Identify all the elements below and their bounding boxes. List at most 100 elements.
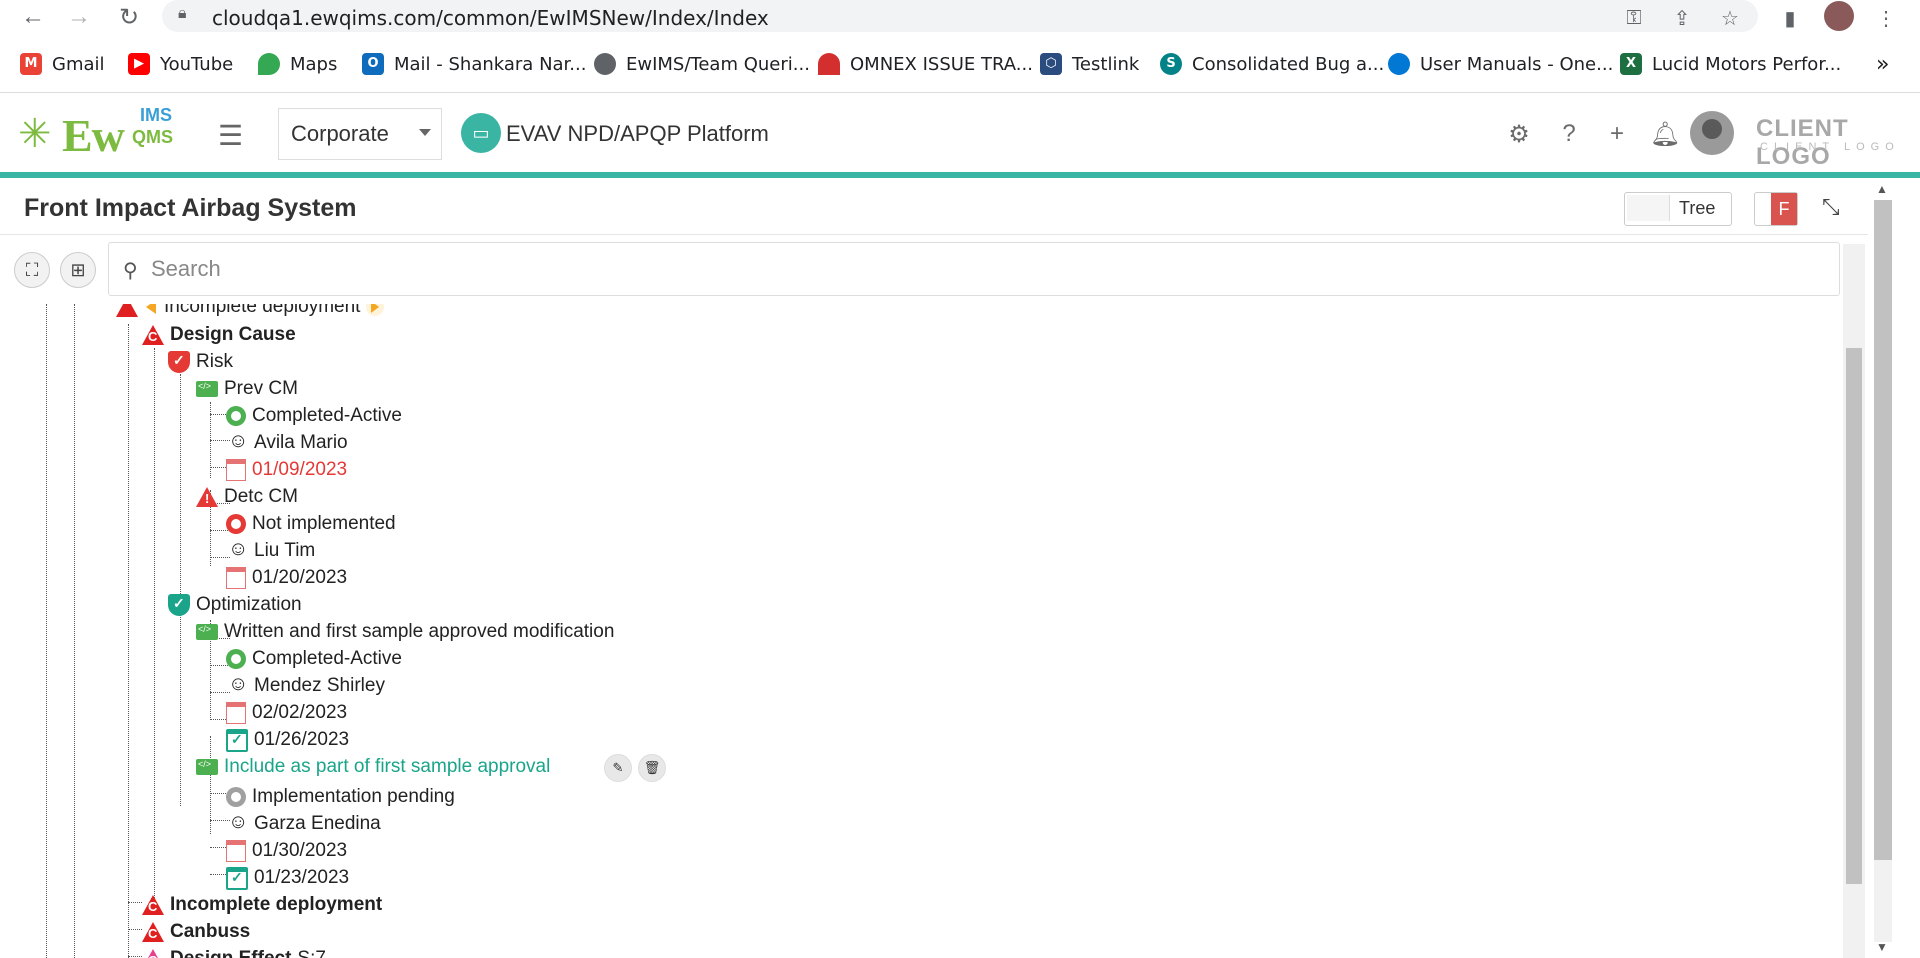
- tree-node-status[interactable]: Not implemented: [226, 511, 396, 537]
- tree-node-date[interactable]: 01/20/2023: [226, 565, 347, 591]
- scroll-up-icon[interactable]: ▲: [1876, 182, 1888, 196]
- tree-node-person[interactable]: Liu Tim: [226, 538, 315, 564]
- tree-node-risk[interactable]: Risk: [168, 349, 233, 375]
- url-text[interactable]: cloudqa1.ewqims.com/common/EwIMSNew/Inde…: [212, 6, 769, 30]
- side-panel-icon[interactable]: ▮: [1776, 4, 1804, 32]
- org-select[interactable]: Corporate: [278, 108, 442, 160]
- toggle-knob: [1627, 195, 1670, 221]
- excel-icon: X: [1620, 53, 1642, 75]
- star-icon[interactable]: ☆: [1716, 4, 1744, 32]
- lock-icon: 🔒︎: [178, 5, 187, 22]
- tree-connector: [128, 902, 142, 903]
- maps-icon: [258, 53, 280, 75]
- status-active-icon: [226, 649, 246, 669]
- onedrive-icon: [1388, 53, 1410, 75]
- search-input[interactable]: [149, 251, 1753, 287]
- sharepoint-icon: S: [1160, 53, 1182, 75]
- tree-node-person[interactable]: Avila Mario: [226, 430, 348, 456]
- bookmark-testlink[interactable]: ⬡ Testlink: [1040, 50, 1139, 78]
- bookmark-youtube[interactable]: ▶ YouTube: [128, 50, 233, 78]
- tree-toggle[interactable]: Tree: [1624, 192, 1732, 226]
- page-scrollbar[interactable]: ▲ ▼: [1868, 182, 1920, 958]
- calendar-icon: [226, 567, 246, 589]
- tree-node-person[interactable]: Garza Enedina: [226, 811, 381, 837]
- tree-node-design-cause[interactable]: Design Cause: [142, 322, 296, 348]
- trash-icon[interactable]: 🗑︎: [638, 754, 666, 782]
- panel-titlebar: Front Impact Airbag System Tree F ⤡: [0, 182, 1868, 235]
- back-icon[interactable]: ←: [18, 2, 48, 32]
- play-icon: [366, 304, 385, 316]
- person-icon: [226, 430, 248, 454]
- tree-node-action-selected[interactable]: Include as part of first sample approval: [196, 754, 550, 780]
- plus-icon[interactable]: +: [1602, 119, 1632, 149]
- calendar-icon: [226, 702, 246, 724]
- bookmark-maps[interactable]: Maps: [258, 50, 337, 78]
- tree-node-cause[interactable]: Canbuss: [142, 919, 250, 945]
- gear-icon[interactable]: ⚙: [1504, 119, 1534, 149]
- scroll-down-icon[interactable]: ▼: [1876, 940, 1888, 954]
- bookmark-user-manuals[interactable]: User Manuals - One...: [1388, 50, 1613, 78]
- outlook-icon: O: [362, 53, 384, 75]
- monitor-icon[interactable]: ▭: [461, 113, 501, 153]
- tree-node-detc-cm[interactable]: Detc CM: [196, 484, 298, 510]
- tree-connector: [46, 304, 47, 958]
- control-method-icon: [196, 624, 218, 640]
- gmail-icon: M: [20, 53, 42, 75]
- bookmark-gmail[interactable]: M Gmail: [20, 50, 105, 78]
- bell-icon[interactable]: 🔔︎: [1650, 119, 1680, 149]
- bookmark-mail[interactable]: O Mail - Shankara Nar...: [362, 50, 586, 78]
- reload-icon[interactable]: ↻: [114, 2, 144, 32]
- tree-connector: [128, 929, 142, 930]
- testlink-icon: ⬡: [1040, 53, 1062, 75]
- tree-node-person[interactable]: Mendez Shirley: [226, 673, 385, 699]
- warning-icon: [196, 486, 218, 508]
- filter-toggle[interactable]: F: [1754, 192, 1798, 226]
- key-icon[interactable]: ⚿: [1620, 4, 1648, 32]
- search-icon: ⚲: [123, 260, 138, 282]
- tree-node-completion-date[interactable]: 01/26/2023: [226, 727, 349, 753]
- cause-icon: [142, 324, 164, 346]
- tree-node-status[interactable]: Completed-Active: [226, 403, 402, 429]
- help-icon[interactable]: ?: [1554, 119, 1584, 149]
- share-icon[interactable]: ⇪: [1668, 4, 1696, 32]
- tree-node-date[interactable]: 01/09/2023: [226, 457, 347, 483]
- omnex-icon: [818, 53, 840, 75]
- compress-icon[interactable]: ⤡: [1822, 194, 1840, 220]
- bookmarks-bar: M Gmail ▶ YouTube Maps O Mail - Shankara Na…: [0, 34, 1920, 93]
- browser-toolbar: ← → ↻ 🔒︎ cloudqa1.ewqims.com/common/EwIM…: [0, 0, 1920, 34]
- tree-scrollbar[interactable]: [1843, 244, 1865, 958]
- tree-node-date[interactable]: 02/02/2023: [226, 700, 347, 726]
- more-bookmarks-icon[interactable]: »: [1876, 50, 1889, 78]
- expand-all-icon[interactable]: ⛶: [14, 252, 50, 288]
- tree-node-cause[interactable]: Incomplete deployment: [142, 892, 382, 918]
- platform-name[interactable]: EVAV NPD/APQP Platform: [506, 121, 769, 147]
- hamburger-menu-icon[interactable]: ☰: [218, 119, 243, 152]
- tree-connector: [154, 348, 155, 908]
- bookmark-lucid[interactable]: X Lucid Motors Perfor...: [1620, 50, 1841, 78]
- profile-avatar[interactable]: [1824, 1, 1854, 31]
- tree-node-optimization[interactable]: Optimization: [168, 592, 302, 618]
- page-scrollbar-thumb[interactable]: [1874, 200, 1892, 860]
- tree-node-completion-date[interactable]: 01/23/2023: [226, 865, 349, 891]
- status-not-implemented-icon: [226, 514, 246, 534]
- tree-node-action[interactable]: Written and first sample approved modifi…: [196, 619, 614, 645]
- tree-node-prev-cm[interactable]: Prev CM: [196, 376, 298, 402]
- tree-node-status[interactable]: Completed-Active: [226, 646, 402, 672]
- bookmark-ewims[interactable]: EwIMS/Team Queri...: [594, 50, 810, 78]
- bookmark-consolidated[interactable]: S Consolidated Bug a...: [1160, 50, 1384, 78]
- edit-icon[interactable]: ✎: [604, 754, 632, 782]
- menu-dots-icon[interactable]: ⋮: [1872, 4, 1900, 32]
- tree-scrollbar-thumb[interactable]: [1846, 348, 1862, 884]
- user-avatar[interactable]: [1690, 111, 1734, 155]
- globe-icon: [594, 53, 616, 75]
- tree-node-status[interactable]: Implementation pending: [226, 784, 455, 810]
- tree-node-design-effect[interactable]: Design Effect S:7: [142, 946, 326, 958]
- failure-mode-icon: [116, 304, 138, 318]
- page-title: Front Impact Airbag System: [24, 194, 357, 222]
- control-method-icon: [196, 381, 218, 397]
- bookmark-omnex[interactable]: OMNEX ISSUE TRA...: [818, 50, 1033, 78]
- forward-icon[interactable]: →: [64, 2, 94, 32]
- tree-node-date[interactable]: 01/30/2023: [226, 838, 347, 864]
- tree-node-failure-mode[interactable]: Incomplete deployment: [116, 304, 385, 320]
- collapse-all-icon[interactable]: ⊞: [60, 252, 96, 288]
